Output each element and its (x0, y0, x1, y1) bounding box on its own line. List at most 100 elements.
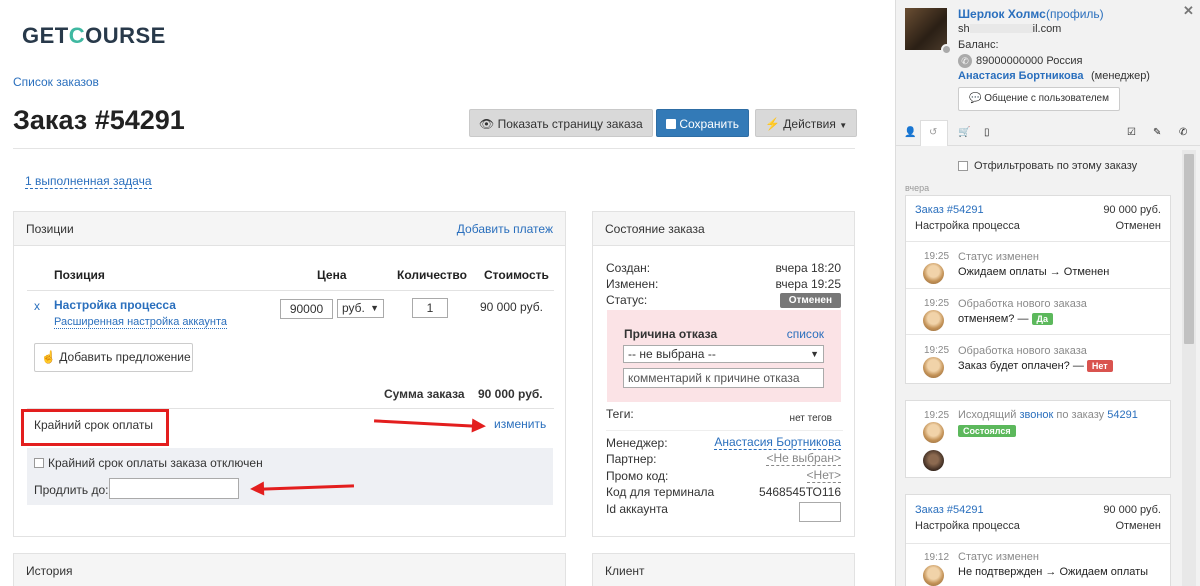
event-item: 19:25 Обработка нового заказа Заказ буде… (906, 334, 1170, 383)
cancel-reason-select[interactable]: -- не выбрана -- ▼ (623, 345, 824, 363)
reason-list-link[interactable]: список (787, 327, 824, 341)
manager-avatar (923, 310, 944, 331)
event-time: 19:25 (924, 298, 950, 309)
order-status: Отменен (1115, 220, 1161, 232)
client-panel-header: Клиент (593, 554, 854, 586)
history-panel-header: История (14, 554, 565, 586)
breadcrumb-orders-list[interactable]: Список заказов (13, 75, 99, 89)
order-amount: 90 000 руб. (1103, 504, 1161, 516)
event-time: 19:25 (924, 410, 950, 421)
manager-avatar (923, 357, 944, 378)
chat-with-user-button[interactable]: 💬 Общение с пользователем (958, 87, 1120, 111)
change-deadline-link[interactable]: изменить (494, 417, 546, 431)
close-icon[interactable]: ✕ (1183, 3, 1194, 19)
history-icon: ↺ (929, 127, 938, 138)
status-badge[interactable]: Отменен (779, 293, 841, 308)
deadline-disabled-checkbox[interactable] (34, 458, 44, 468)
order-product: Настройка процесса (915, 520, 1020, 532)
order-number-link[interactable]: 54291 (1107, 409, 1138, 421)
event-title: Статус изменен (958, 251, 1039, 263)
manager-role: (менеджер) (1091, 70, 1150, 82)
currency-select[interactable]: руб. ▼ (337, 299, 384, 318)
main-area: GETCOURSE Список заказов Заказ #54291 👁 … (0, 0, 895, 586)
order-event-card: Заказ #54291 90 000 руб. Настройка проце… (905, 494, 1171, 586)
tags-label: Теги: (606, 407, 634, 421)
add-offer-button[interactable]: ☝ Добавить предложение (34, 343, 193, 372)
order-link[interactable]: Заказ #54291 (915, 204, 984, 216)
user-email: sh il.com (958, 23, 1062, 35)
positions-panel: Позиции Добавить платеж Позиция Цена Коли… (13, 211, 566, 537)
profile-link[interactable]: (профиль) (1046, 7, 1104, 21)
order-state-panel: Состояние заказа Создан: вчера 18:20 Изм… (592, 211, 855, 537)
event-title: Обработка нового заказа (958, 345, 1087, 357)
order-sum-value: 90 000 руб. (478, 387, 543, 401)
terminal-code-value: 5468545ТО116 (759, 485, 841, 499)
column-position: Позиция (54, 268, 105, 282)
mobile-icon[interactable]: ▯ (984, 127, 990, 138)
user-name-link[interactable]: Шерлок Холмс (958, 7, 1046, 21)
user-avatar-small (923, 450, 944, 471)
event-text: Не подтвержден → Ожидаем оплаты (958, 566, 1149, 578)
manager-label: Менеджер: (606, 436, 668, 450)
promo-value[interactable]: <Нет> (806, 469, 841, 483)
pencil-icon[interactable]: ✎ (1153, 127, 1161, 138)
column-quantity: Количество (397, 268, 467, 282)
cancel-reason-comment-input[interactable]: комментарий к причине отказа (623, 368, 824, 388)
scrollbar-thumb[interactable] (1184, 154, 1194, 344)
deadline-disabled-label: Крайний срок оплаты заказа отключен (48, 456, 263, 470)
actions-dropdown-button[interactable]: ⚡ Действия ▼ (755, 109, 858, 137)
order-event-card: Заказ #54291 90 000 руб. Настройка проце… (905, 195, 1171, 384)
terminal-code-label: Код для терминала (606, 485, 715, 499)
account-id-input[interactable] (799, 502, 841, 522)
sidebar-scrollbar[interactable] (1182, 150, 1196, 586)
tags-value[interactable]: нет тегов (790, 413, 832, 424)
user-avatar[interactable] (905, 8, 947, 50)
call-link[interactable]: звонок (1019, 409, 1053, 421)
checkbox-icon[interactable]: ☑ (1127, 127, 1136, 138)
filter-by-order-checkbox[interactable] (958, 161, 968, 171)
balance-label: Баланс: (958, 39, 999, 51)
column-price: Цена (317, 268, 347, 282)
account-id-label: Id аккаунта (606, 502, 668, 516)
eye-icon: 👁 (479, 117, 495, 131)
yes-badge: Да (1031, 313, 1053, 325)
tab-history[interactable]: ↺ (920, 120, 948, 146)
cancel-reason-box: Причина отказа список -- не выбрана -- ▼ … (607, 310, 841, 402)
table-divider (27, 290, 554, 291)
cancel-reason-label: Причина отказа (624, 327, 718, 341)
phone-tab-icon[interactable]: ✆ (1179, 127, 1187, 138)
user-icon[interactable]: 👤 (904, 127, 916, 138)
quantity-input[interactable]: 1 (412, 298, 448, 318)
extend-until-label: Продлить до: (34, 483, 109, 497)
position-name-link[interactable]: Настройка процесса (54, 298, 176, 312)
remove-position-button[interactable]: x (34, 299, 40, 313)
price-input[interactable]: 90000 (280, 299, 333, 319)
no-badge: Нет (1086, 360, 1113, 372)
extend-until-input[interactable] (109, 478, 239, 499)
cart-icon[interactable]: 🛒 (958, 127, 970, 138)
position-cost: 90 000 руб. (480, 300, 543, 314)
select-arrow-icon: ▼ (370, 303, 379, 313)
annotation-arrow-right (373, 419, 475, 428)
caret-down-icon: ▼ (839, 121, 848, 130)
show-order-page-button[interactable]: 👁 Показать страницу заказа (469, 109, 653, 137)
positions-panel-header: Позиции Добавить платеж (14, 212, 565, 246)
order-state-panel-header: Состояние заказа (593, 212, 854, 246)
hand-pointer-icon: ☝ (41, 350, 56, 364)
manager-value-link[interactable]: Анастасия Бортникова (714, 436, 841, 450)
add-payment-link[interactable]: Добавить платеж (457, 212, 553, 246)
save-button[interactable]: Сохранить (656, 109, 749, 137)
partner-value[interactable]: <Не выбран> (766, 452, 841, 466)
event-time: 19:25 (924, 251, 950, 262)
divider (13, 148, 855, 149)
order-link[interactable]: Заказ #54291 (915, 504, 984, 516)
comment-icon: 💬 (969, 93, 982, 104)
changed-value: вчера 19:25 (775, 277, 841, 291)
position-description-link[interactable]: Расширенная настройка аккаунта (54, 316, 227, 329)
manager-link[interactable]: Анастасия Бортникова (958, 70, 1084, 82)
event-text: Заказ будет оплачен? — Нет (958, 360, 1113, 372)
event-text: Ожидаем оплаты → Отменен (958, 266, 1110, 278)
completed-tasks-link[interactable]: 1 выполненная задача (25, 174, 152, 189)
user-phone: 89000000000 Россия (976, 55, 1083, 67)
getcourse-logo[interactable]: GETCOURSE (22, 23, 166, 49)
